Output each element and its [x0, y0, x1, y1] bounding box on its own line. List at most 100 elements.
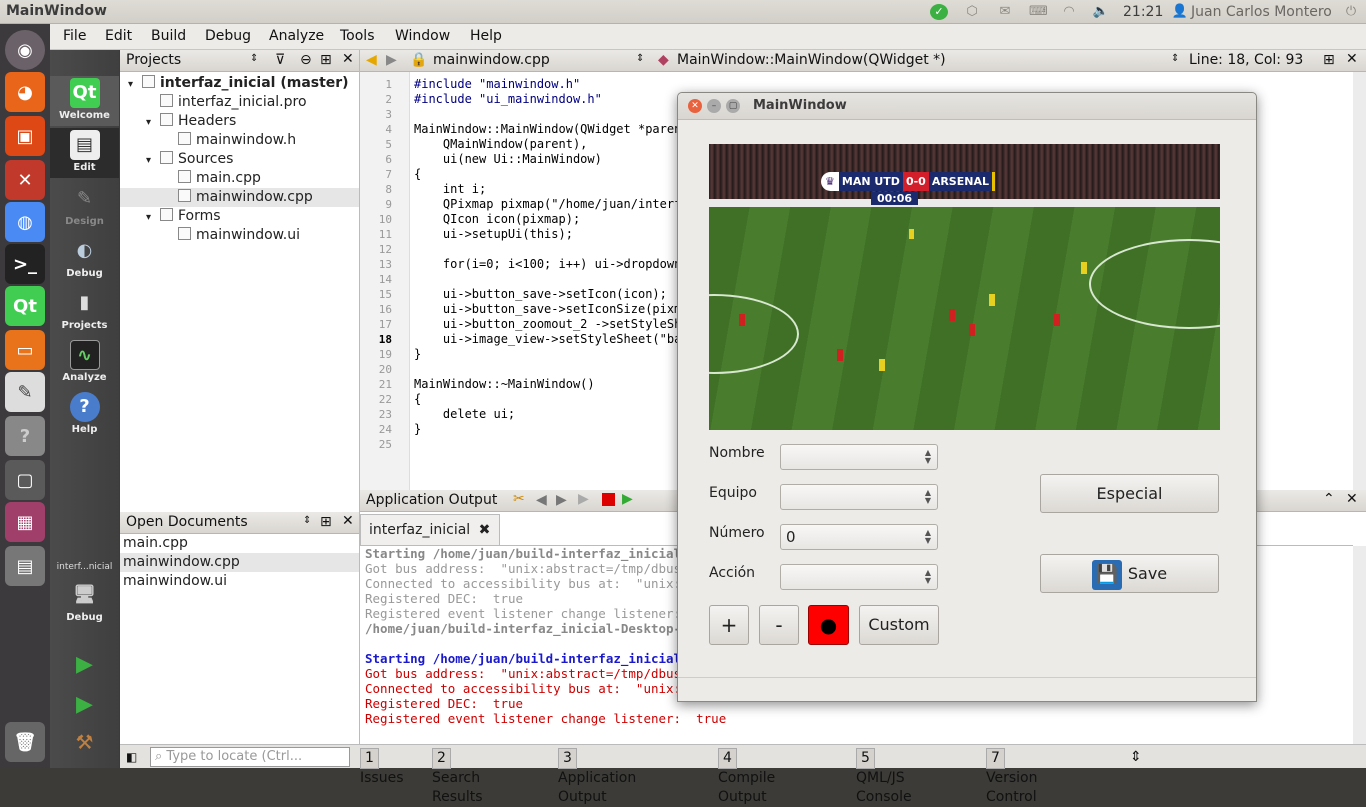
open-doc-item[interactable]: mainwindow.cpp: [120, 553, 359, 572]
output-tab-button[interactable]: 7Version Control: [986, 748, 1037, 805]
nombre-combo[interactable]: ▲ ▼: [780, 444, 938, 470]
trash-icon[interactable]: 🗑: [5, 722, 45, 762]
build-hammer-icon[interactable]: ⚒: [50, 730, 119, 754]
split-icon[interactable]: ⊞: [1323, 52, 1335, 68]
accion-combo[interactable]: ▲ ▼: [780, 564, 938, 590]
prev-icon[interactable]: ◀: [536, 492, 547, 508]
especial-button[interactable]: Especial: [1040, 474, 1219, 513]
save-button[interactable]: 💾 Save: [1040, 554, 1219, 593]
split-icon[interactable]: ⊞: [320, 514, 332, 530]
output-tab-button[interactable]: 1Issues: [360, 748, 404, 786]
software-center-icon[interactable]: ▣: [5, 116, 45, 156]
menu-edit[interactable]: Edit: [105, 28, 132, 44]
expand-arrow-icon[interactable]: ▾: [146, 208, 160, 227]
mode-welcome[interactable]: Qt Welcome: [50, 76, 119, 126]
chrome-icon[interactable]: ◍: [5, 202, 45, 242]
output-tab-button[interactable]: 5QML/JS Console: [856, 748, 912, 805]
user-icon[interactable]: 👤: [1171, 4, 1189, 20]
equipo-combo[interactable]: ▲ ▼: [780, 484, 938, 510]
open-doc-item[interactable]: main.cpp: [120, 534, 359, 553]
firefox-icon[interactable]: ◕: [5, 72, 45, 112]
wifi-icon[interactable]: ◠: [1060, 4, 1078, 20]
file-selector[interactable]: mainwindow.cpp: [433, 52, 550, 68]
updown-icon[interactable]: ⇕: [1171, 53, 1179, 64]
output-tab-button[interactable]: 3Application Output: [558, 748, 636, 805]
tree-item[interactable]: main.cpp: [120, 169, 359, 188]
updown-icon[interactable]: ⇕: [250, 53, 258, 64]
keyboard-icon[interactable]: ⌨: [1029, 4, 1048, 20]
close-pane-icon[interactable]: ✕: [342, 513, 354, 529]
kit-selector[interactable]: 🖥 Debug: [50, 580, 119, 623]
output-tab[interactable]: interfaz_inicial ✖: [360, 514, 500, 546]
zoom-in-button[interactable]: +: [709, 605, 749, 645]
tree-item[interactable]: mainwindow.ui: [120, 226, 359, 245]
mode-analyze[interactable]: ∿ Analyze: [50, 340, 119, 383]
open-documents-title[interactable]: Open Documents: [126, 514, 248, 530]
files-icon[interactable]: ▭: [5, 330, 45, 370]
menu-analyze[interactable]: Analyze: [269, 28, 324, 44]
text-editor-icon[interactable]: ✎: [5, 372, 45, 412]
tree-item[interactable]: ▾ interfaz_inicial (master): [120, 74, 359, 93]
close-output-icon[interactable]: ✕: [1346, 491, 1358, 507]
mail-icon[interactable]: ✉: [996, 4, 1014, 20]
mode-help[interactable]: ? Help: [50, 392, 119, 435]
clear-icon[interactable]: ✂: [513, 491, 525, 507]
menu-file[interactable]: File: [63, 28, 86, 44]
user-name[interactable]: Juan Carlos Montero: [1191, 4, 1332, 20]
tree-item[interactable]: ▾ Forms: [120, 207, 359, 226]
output-scrollbar[interactable]: [1353, 546, 1366, 744]
settings-icon[interactable]: ✕: [5, 160, 45, 200]
mode-debug[interactable]: ◐ Debug: [50, 236, 119, 279]
update-check-icon[interactable]: ✓: [930, 4, 948, 20]
workspace-icon[interactable]: ▦: [5, 502, 45, 542]
editor-scrollbar[interactable]: [1353, 72, 1366, 490]
close-tab-icon[interactable]: ✖: [479, 522, 491, 538]
record-button[interactable]: ●: [808, 605, 849, 645]
tree-item[interactable]: mainwindow.h: [120, 131, 359, 150]
unknown-app-icon[interactable]: ?: [5, 416, 45, 456]
open-doc-item[interactable]: mainwindow.ui: [120, 572, 359, 591]
output-text[interactable]: Starting /home/juan/build-interfaz_inici…: [365, 546, 726, 726]
dropbox-icon[interactable]: ⬡: [963, 4, 981, 20]
minimize-window-icon[interactable]: –: [707, 99, 721, 113]
more-tabs-icon[interactable]: ⇕: [1130, 748, 1142, 767]
mode-design[interactable]: ✎ Design: [50, 184, 119, 227]
menu-help[interactable]: Help: [470, 28, 502, 44]
drive-icon[interactable]: ▤: [5, 546, 45, 586]
locate-input[interactable]: ⌕ Type to locate (Ctrl...: [150, 747, 350, 767]
app-titlebar[interactable]: ✕ – ▢ MainWindow: [678, 93, 1256, 120]
dash-icon[interactable]: ◉: [5, 30, 45, 70]
link-icon[interactable]: ⊖: [300, 52, 312, 68]
updown-icon[interactable]: ⇕: [303, 515, 311, 526]
symbol-selector[interactable]: MainWindow::MainWindow(QWidget *): [677, 52, 946, 68]
qtcreator-icon[interactable]: Qt: [5, 286, 45, 326]
menu-window[interactable]: Window: [395, 28, 450, 44]
video-view[interactable]: ♛ MAN UTD 0-0 ARSENAL 00:06: [709, 144, 1220, 430]
stop-icon[interactable]: [602, 493, 615, 506]
maximize-window-icon[interactable]: ▢: [726, 99, 740, 113]
menu-build[interactable]: Build: [151, 28, 186, 44]
expand-arrow-icon[interactable]: ▾: [146, 151, 160, 170]
power-icon[interactable]: ⏻: [1342, 4, 1360, 20]
updown-icon[interactable]: ⇕: [636, 53, 644, 64]
tree-item[interactable]: ▾ Sources: [120, 150, 359, 169]
projects-title[interactable]: Projects: [126, 52, 181, 68]
clock[interactable]: 21:21: [1123, 4, 1163, 20]
output-title[interactable]: Application Output: [366, 492, 497, 508]
forward-icon[interactable]: ▶: [386, 52, 397, 68]
expand-arrow-icon[interactable]: ▾: [128, 75, 142, 94]
debug-run-button[interactable]: ▶: [50, 692, 119, 717]
close-editor-icon[interactable]: ✕: [1346, 51, 1358, 67]
run-button[interactable]: ▶: [50, 652, 119, 677]
output-tab-button[interactable]: 4Compile Output: [718, 748, 775, 805]
menu-tools[interactable]: Tools: [340, 28, 375, 44]
filter-icon[interactable]: ⊽: [275, 52, 285, 68]
mode-edit[interactable]: ▤ Edit: [50, 128, 119, 178]
tree-item[interactable]: interfaz_inicial.pro: [120, 93, 359, 112]
menu-debug[interactable]: Debug: [205, 28, 251, 44]
custom-button[interactable]: Custom: [859, 605, 939, 645]
expand-arrow-icon[interactable]: ▾: [146, 113, 160, 132]
output-tab-button[interactable]: 2Search Results: [432, 748, 483, 805]
mode-projects[interactable]: ▮ Projects: [50, 288, 119, 331]
zoom-out-button[interactable]: -: [759, 605, 799, 645]
